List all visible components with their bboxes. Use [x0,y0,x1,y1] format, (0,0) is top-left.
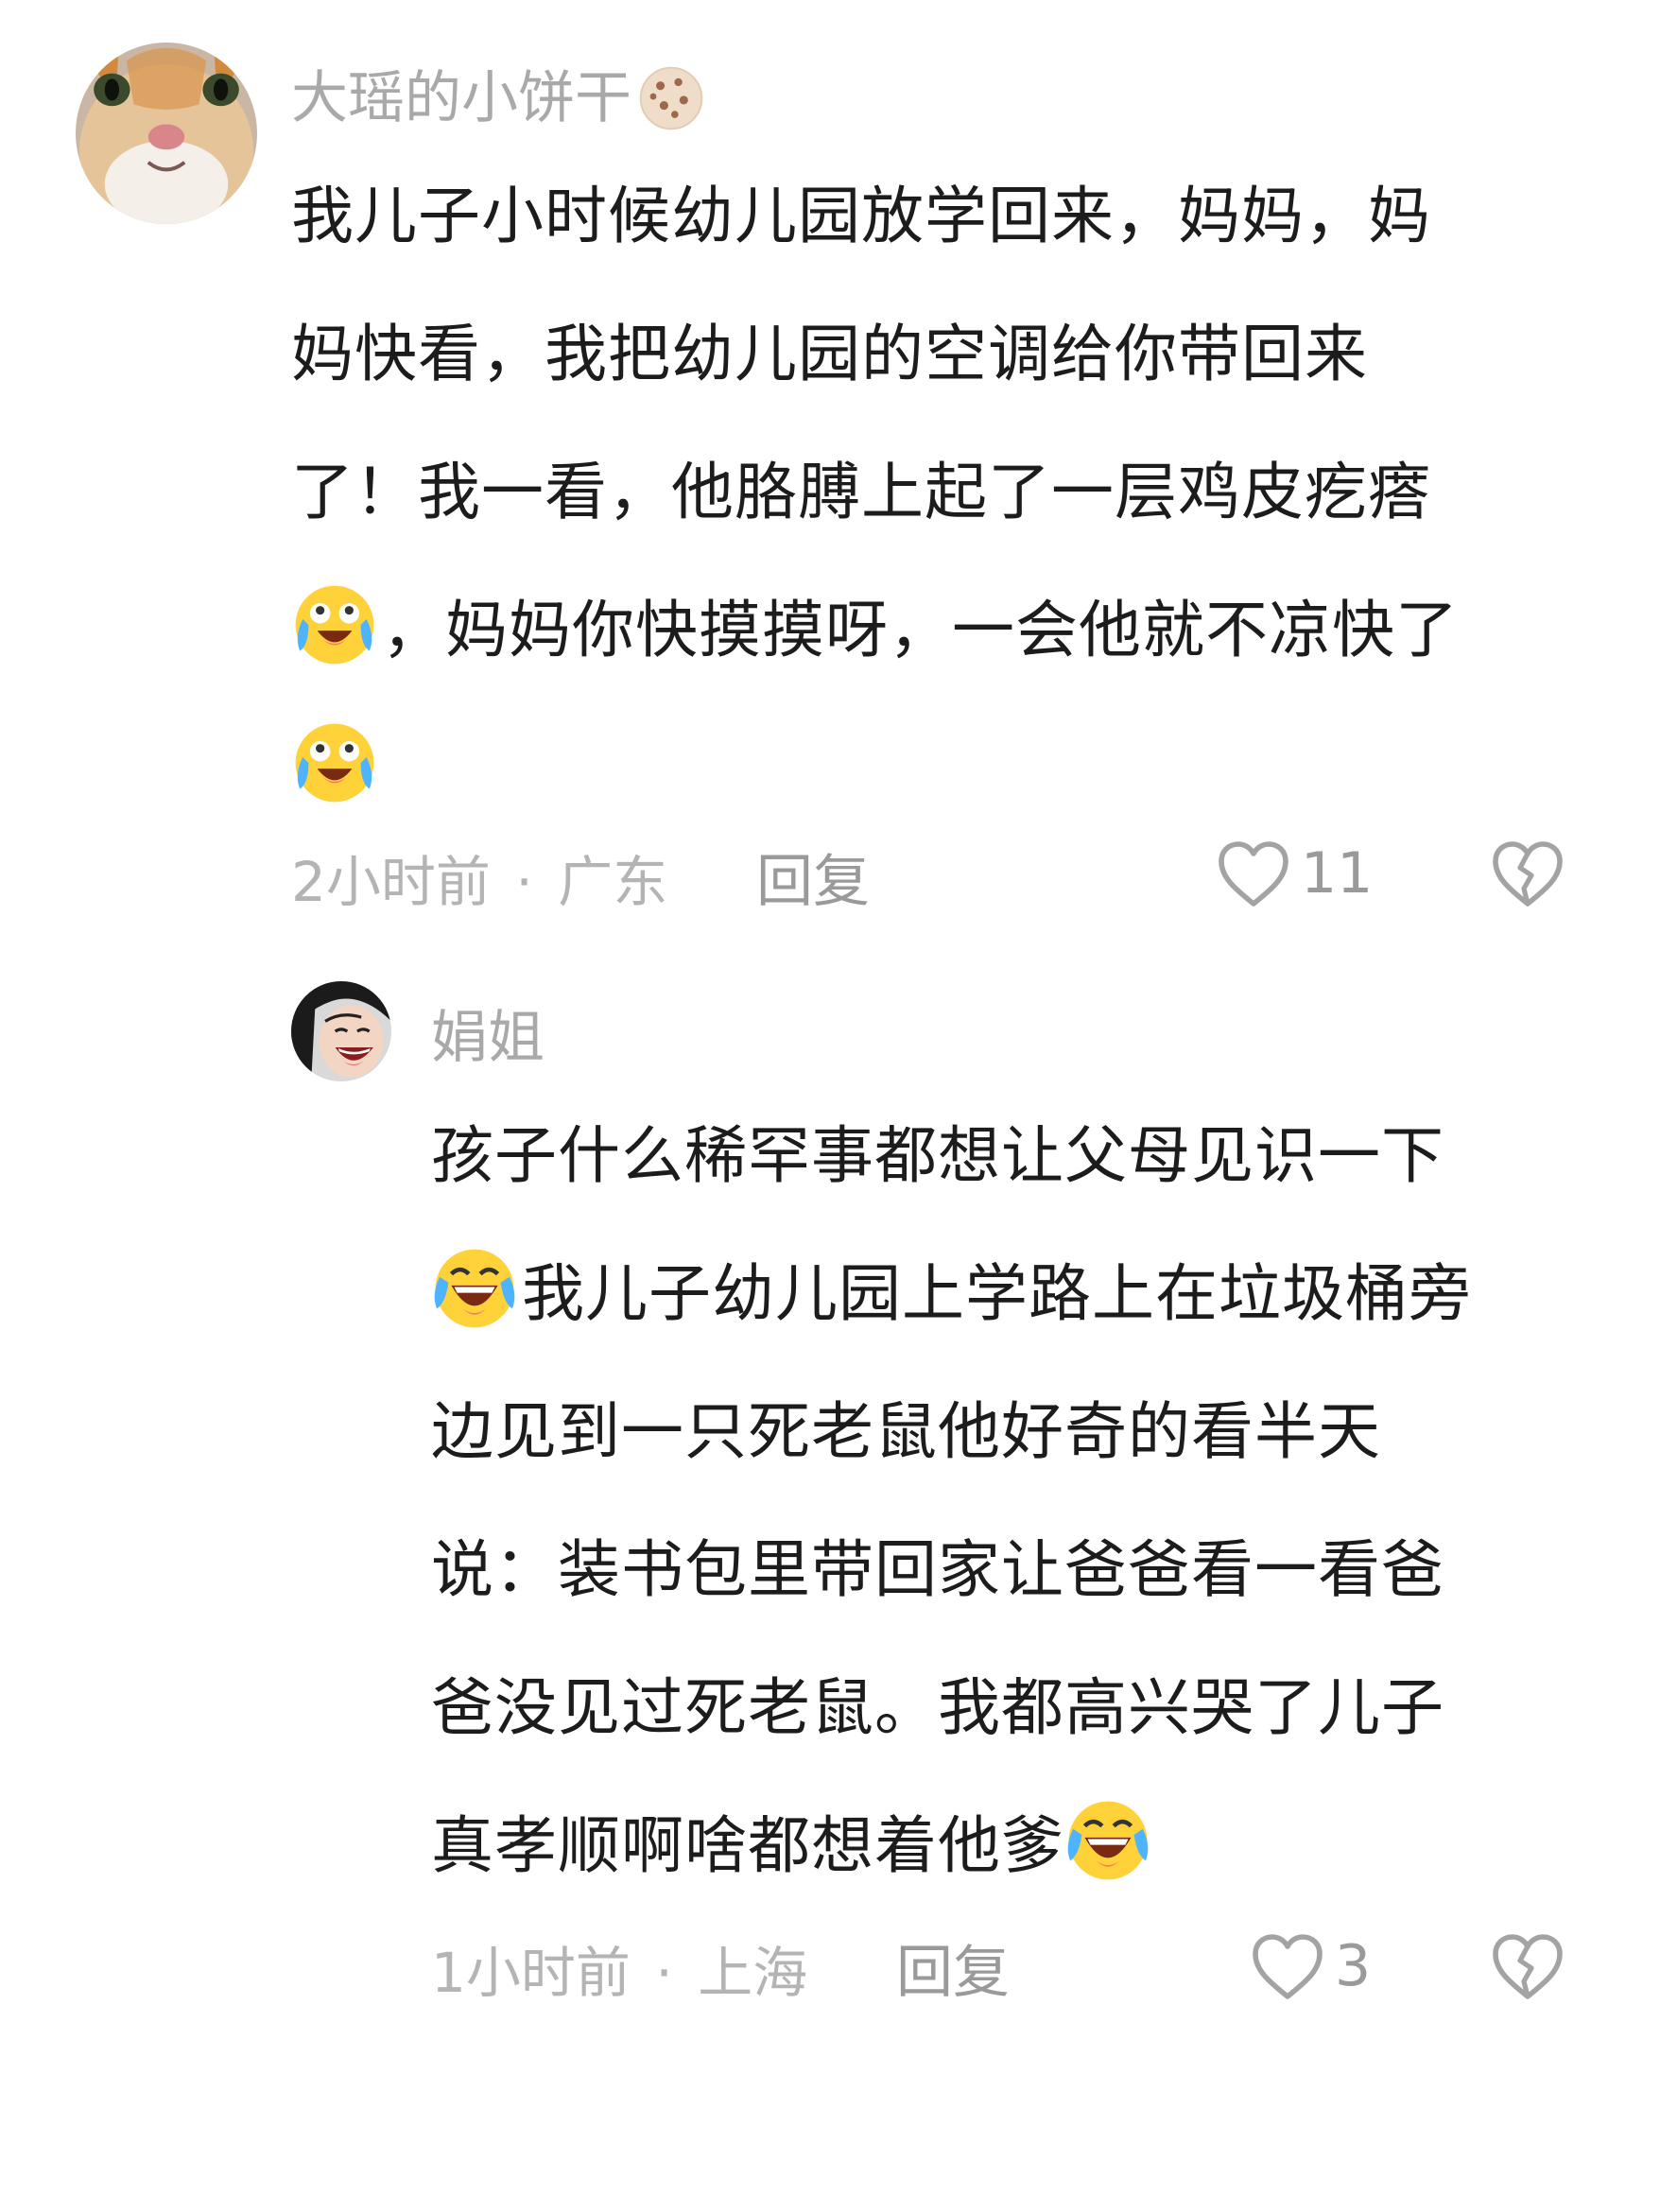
text-segment: 真孝顺啊啥都想着他爹 [431,1809,1064,1882]
text-segment: 了！我一看，他胳膊上起了一层鸡皮疙瘩 [291,456,1431,528]
comment-1-dislike-button[interactable] [1490,838,1565,909]
comment-location: 上海 [698,1941,808,2005]
comment-2-text: 孩子什么稀罕事都想让父母见识一下我儿子幼儿园上学路上在垃圾桶旁边见到一只死老鼠他… [431,1087,1622,1915]
avatar-cat[interactable] [76,43,257,224]
comment-2-like-button[interactable]: 3 [1250,1930,1371,2002]
meta-separator: · [515,850,533,914]
like-count: 3 [1335,1933,1372,1999]
text-segment: 我儿子幼儿园上学路上在垃圾桶旁 [522,1257,1472,1330]
crying-laugh-icon [291,719,378,806]
broken-heart-icon [1490,1930,1565,2002]
comment-time: 1小时前 [431,1941,631,2005]
text-segment: ，妈妈你快摸摸呀，一会他就不凉快了 [382,594,1459,666]
comment-time: 2小时前 [291,850,491,914]
text-segment: 我儿子小时候幼儿园放学回来，妈妈，妈 [291,180,1431,252]
comment-1-meta: 2小时前 · 广东 [291,849,667,915]
comment-text-line [291,700,1615,838]
comment-2-reply-button[interactable]: 回复 [896,1940,1010,2006]
comment-1-text: 我儿子小时候幼儿园放学回来，妈妈，妈 妈快看，我把幼儿园的空调给你带回来 了！我一看… [291,147,1615,838]
username-text: 娟姐 [431,1005,545,1071]
like-count: 11 [1301,840,1374,907]
comment-1-username[interactable]: 大瑶的小饼干 [291,62,707,134]
rolling-laugh-icon [1064,1797,1151,1884]
heart-icon [1216,838,1291,909]
text-segment: 孩子什么稀罕事都想让父母见识一下 [431,1119,1444,1192]
text-segment: 说：装书包里带回家让爸爸看一看爸 [431,1533,1444,1606]
comment-text-line: 我儿子幼儿园上学路上在垃圾桶旁 [431,1225,1622,1363]
comment-text-line: 真孝顺啊啥都想着他爹 [431,1777,1622,1915]
comment-2-dislike-button[interactable] [1490,1930,1565,2002]
comment-text-line: 我儿子小时候幼儿园放学回来，妈妈，妈 [291,147,1615,285]
comment-location: 广东 [558,850,668,914]
comment-1-reply-button[interactable]: 回复 [756,849,870,915]
comment-text-line: 了！我一看，他胳膊上起了一层鸡皮疙瘩 [291,423,1615,562]
comment-text-line: 边见到一只死老鼠他好奇的看半天 [431,1363,1622,1501]
comment-text-line: 孩子什么稀罕事都想让父母见识一下 [431,1087,1622,1225]
meta-separator: · [655,1941,673,2005]
comment-text-line: 妈快看，我把幼儿园的空调给你带回来 [291,285,1615,423]
cookie-icon [635,62,707,134]
crying-laugh-icon [291,581,378,668]
broken-heart-icon [1490,838,1565,909]
heart-icon [1250,1930,1325,2002]
comment-text-line: 爸没见过死老鼠。我都高兴哭了儿子 [431,1639,1622,1777]
comment-text-line: ，妈妈你快摸摸呀，一会他就不凉快了 [291,562,1615,700]
username-text: 大瑶的小饼干 [291,65,631,131]
comment-1-like-button[interactable]: 11 [1216,838,1373,909]
text-segment: 爸没见过死老鼠。我都高兴哭了儿子 [431,1671,1444,1744]
text-segment: 妈快看，我把幼儿园的空调给你带回来 [291,318,1368,390]
text-segment: 边见到一只死老鼠他好奇的看半天 [431,1395,1381,1468]
rolling-laugh-icon [431,1245,518,1332]
avatar-laughing-woman[interactable] [291,981,391,1081]
comment-2-meta: 1小时前 · 上海 [431,1940,807,2006]
comment-2-username[interactable]: 娟姐 [431,1004,545,1072]
comment-text-line: 说：装书包里带回家让爸爸看一看爸 [431,1501,1622,1639]
